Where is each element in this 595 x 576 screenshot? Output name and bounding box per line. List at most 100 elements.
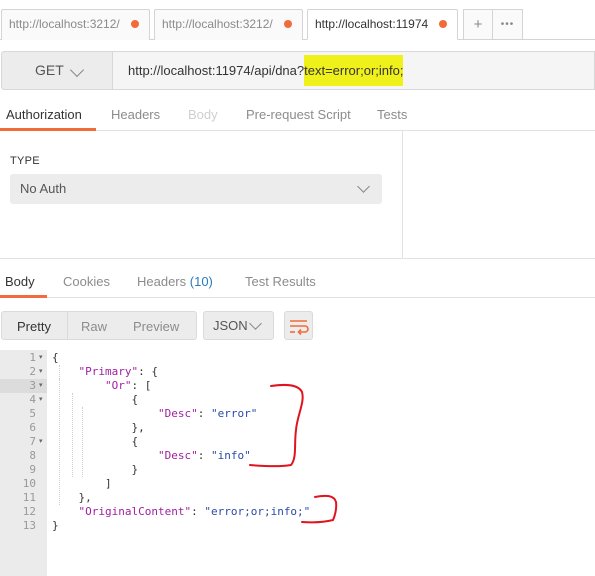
- json-punctuation: : [: [131, 379, 152, 392]
- response-tab-cookies[interactable]: Cookies: [63, 274, 110, 289]
- code-line: "Desc": "info": [52, 449, 251, 463]
- view-pretty-button[interactable]: Pretty: [17, 319, 51, 334]
- line-number: 1: [29, 351, 36, 364]
- request-tab-2-title: http://localhost:3212/: [162, 17, 273, 31]
- line-number: 2: [29, 365, 36, 378]
- view-raw-button[interactable]: Raw: [81, 319, 107, 334]
- json-punctuation: :: [191, 505, 205, 518]
- fold-toggle-icon[interactable]: ▾: [39, 351, 47, 365]
- response-tab-test-results[interactable]: Test Results: [245, 274, 316, 289]
- auth-type-label: TYPE: [10, 155, 40, 167]
- request-tab-1[interactable]: http://localhost:3212/: [1, 9, 150, 40]
- json-punctuation: {: [52, 393, 139, 406]
- more-tabs-button[interactable]: •••: [492, 9, 523, 40]
- format-value: JSON: [213, 318, 248, 333]
- code-line: }: [52, 519, 59, 533]
- code-line: {: [52, 351, 59, 365]
- url-input[interactable]: http://localhost:11974/api/dna?text=erro…: [113, 51, 595, 90]
- json-key: "Desc": [157, 449, 198, 462]
- json-punctuation: : {: [138, 365, 158, 378]
- url-base: http://localhost:11974/api/dna?: [128, 63, 305, 78]
- code-line: "Or": [: [52, 379, 151, 393]
- json-punctuation: {: [52, 435, 139, 448]
- request-tab-3-title: http://localhost:11974: [315, 17, 429, 31]
- unsaved-dot-icon: [284, 20, 292, 28]
- response-tab-headers[interactable]: Headers (10): [137, 274, 213, 289]
- headers-count-badge: (10): [189, 274, 213, 289]
- auth-panel: TYPE No Auth: [0, 131, 403, 259]
- json-punctuation: [52, 407, 158, 420]
- json-punctuation: [52, 505, 79, 518]
- code-line: "OriginalContent": "error;or;info;": [52, 505, 311, 519]
- fold-toggle-icon[interactable]: ▾: [39, 393, 47, 407]
- json-string: "info": [210, 449, 251, 462]
- request-tabs: Authorization Headers Body Pre-request S…: [0, 101, 595, 131]
- method-select[interactable]: GET: [1, 51, 113, 90]
- json-punctuation: },: [52, 421, 145, 434]
- fold-toggle-icon[interactable]: ▾: [39, 435, 47, 449]
- tab-pre-request-script[interactable]: Pre-request Script: [246, 107, 351, 122]
- wrap-lines-button[interactable]: [284, 311, 313, 340]
- response-headers-label: Headers: [137, 274, 187, 289]
- auth-type-select[interactable]: No Auth: [10, 174, 382, 204]
- line-number: 13: [22, 519, 36, 532]
- fold-toggle-icon[interactable]: ▾: [39, 379, 47, 393]
- code-line: {: [52, 435, 138, 449]
- json-punctuation: :: [197, 449, 211, 462]
- response-tabs: Body Cookies Headers (10) Test Results: [0, 266, 595, 298]
- json-key: "Desc": [157, 407, 198, 420]
- json-punctuation: [52, 449, 158, 462]
- view-mode-group: Pretty Raw Preview: [1, 311, 197, 340]
- wrap-lines-icon: [290, 320, 309, 336]
- method-label: GET: [35, 62, 64, 78]
- json-punctuation: [52, 365, 79, 378]
- line-number: 3: [29, 379, 36, 392]
- url-row: GET http://localhost:11974/api/dna?text=…: [0, 51, 595, 91]
- line-number: 8: [29, 449, 36, 462]
- line-number: 4: [29, 393, 36, 406]
- response-tab-body[interactable]: Body: [5, 274, 35, 289]
- json-key: "Or": [104, 379, 132, 392]
- line-number: 10: [22, 477, 36, 490]
- request-tab-2[interactable]: http://localhost:3212/: [154, 9, 303, 40]
- json-punctuation: :: [197, 407, 211, 420]
- code-line: {: [52, 393, 138, 407]
- code-line: },: [52, 491, 92, 505]
- json-punctuation: ]: [52, 477, 112, 490]
- json-punctuation: },: [52, 491, 92, 504]
- code-area[interactable]: { "Primary": { "Or": [ { "Desc": "error"…: [47, 350, 595, 576]
- view-toolbar: Pretty Raw Preview JSON: [0, 311, 595, 341]
- json-key: "OriginalContent": [78, 505, 192, 518]
- request-tab-3[interactable]: http://localhost:11974: [307, 9, 458, 40]
- request-tab-1-title: http://localhost:3212/: [9, 17, 120, 31]
- auth-type-value: No Auth: [20, 181, 67, 196]
- json-punctuation: {: [52, 351, 59, 364]
- code-line: },: [52, 421, 145, 435]
- new-tab-button[interactable]: +: [463, 9, 493, 40]
- tab-authorization[interactable]: Authorization: [6, 107, 82, 122]
- chevron-down-icon: [69, 62, 85, 78]
- line-number: 9: [29, 463, 36, 476]
- code-line: "Desc": "error": [52, 407, 257, 421]
- unsaved-dot-icon: [131, 20, 139, 28]
- tab-body: Body: [188, 107, 218, 122]
- code-line: ]: [52, 477, 112, 491]
- view-mode-divider: [67, 312, 68, 339]
- line-number: 5: [29, 407, 36, 420]
- json-string: "error": [210, 407, 258, 420]
- line-number: 6: [29, 421, 36, 434]
- tab-headers[interactable]: Headers: [111, 107, 160, 122]
- format-select[interactable]: JSON: [203, 311, 274, 340]
- json-key: "Primary": [78, 365, 139, 378]
- code-line: "Primary": {: [52, 365, 158, 379]
- response-body-editor[interactable]: 1 ▾ 2 ▾ 3 ▾ 4 ▾ 5 6 7 ▾ 8 9 10 11 12 13 { "Primary": { "O…: [0, 350, 595, 576]
- url-query-highlight: text=error;or;info;: [304, 55, 404, 86]
- line-number: 12: [22, 505, 36, 518]
- tab-tests[interactable]: Tests: [377, 107, 407, 122]
- fold-toggle-icon[interactable]: ▾: [39, 365, 47, 379]
- unsaved-dot-icon: [439, 20, 447, 28]
- code-line: }: [52, 463, 138, 477]
- json-punctuation: }: [52, 463, 139, 476]
- section-divider: [0, 258, 595, 259]
- view-preview-button[interactable]: Preview: [133, 319, 179, 334]
